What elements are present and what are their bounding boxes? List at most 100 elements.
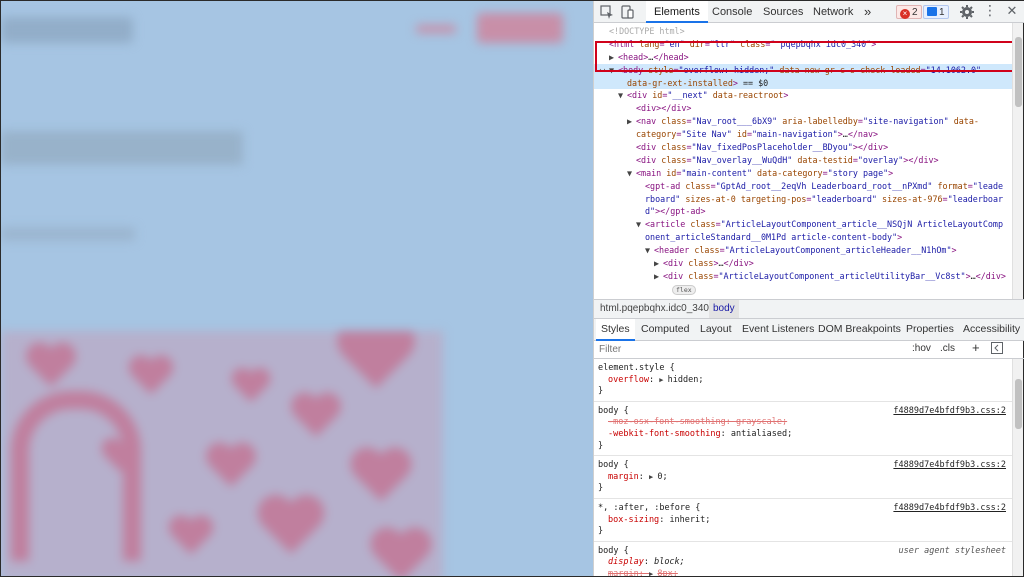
more-tabs-button[interactable]: » [856,1,879,23]
css-declaration[interactable]: box-sizing: inherit; [598,515,1008,527]
message-icon [927,7,937,16]
css-property-name[interactable]: display [608,557,644,567]
dom-tree-node[interactable]: <div></div> [594,102,1012,115]
dom-tree-node[interactable]: rboard" sizes-at-0 targeting-pos="leader… [594,193,1012,206]
dom-tree-scrollbar[interactable] [1012,23,1023,299]
expand-arrow-icon[interactable]: ▶ [627,115,636,128]
tab-computed[interactable]: Computed [636,319,694,341]
css-declaration[interactable]: margin: ▶ 8px; [598,569,1008,576]
node-actions-ellipsis[interactable]: ··· [594,64,607,77]
error-count-badge[interactable]: × 2 [896,5,922,19]
dom-tree-node[interactable]: <!DOCTYPE html> [594,25,1012,38]
cls-toggle[interactable]: .cls [940,343,955,354]
dom-tree-node[interactable]: onent_articleStandard__0M1Pd article-con… [594,231,1012,244]
expand-arrow-icon[interactable]: ▶ [609,51,618,64]
dom-node-markup: <div class="Nav_overlay__WuQdH" data-tes… [636,154,939,165]
css-property-value[interactable]: inherit; [669,515,710,525]
settings-gear-icon[interactable] [959,4,975,20]
css-property-value[interactable]: 0; [657,472,667,482]
rule-selector[interactable]: element.style { [598,363,1008,375]
dom-tree-node[interactable]: ▼ <header class="ArticleLayoutComponent_a… [594,244,1012,257]
dom-tree-node[interactable]: ▶ <div class="ArticleLayoutComponent_arti… [594,270,1012,283]
hov-toggle[interactable]: :hov [912,343,931,354]
collapse-arrow-icon[interactable]: ▼ [645,244,654,257]
css-property-name[interactable]: overflow [608,375,649,385]
collapse-arrow-icon[interactable]: ▼ [609,64,618,77]
styles-filter-input[interactable] [596,342,886,357]
style-rule[interactable]: element.style {overflow: ▶ hidden;} [594,359,1012,402]
dom-tree-node[interactable]: ▼ <body style="overflow: hidden;" data-ne… [594,63,1012,77]
style-rule[interactable]: *, :after, :before {f4889d7e4bfdf9b3.css… [594,499,1012,542]
css-property-name[interactable]: box-sizing [608,515,659,525]
style-rule[interactable]: body {f4889d7e4bfdf9b3.css:2 margin: ▶ 0;… [594,456,1012,499]
dom-node-markup: <html lang="en" dir="ltr" class=" pqepbq… [609,38,877,49]
device-toolbar-icon[interactable] [619,4,635,20]
styles-scrollbar[interactable] [1012,359,1023,576]
dom-tree-node[interactable]: d"></gpt-ad> [594,205,1012,218]
css-property-name[interactable]: -webkit-font-smoothing [608,429,721,439]
tab-properties[interactable]: Properties [901,319,959,341]
tab-network[interactable]: Network [805,1,861,23]
expand-shorthand-icon[interactable]: ▶ [659,376,667,384]
rule-source-link[interactable]: f4889d7e4bfdf9b3.css:2 [893,460,1006,472]
rule-close-brace: } [598,386,604,397]
collapse-arrow-icon[interactable]: ▼ [618,89,627,102]
dom-tree-node[interactable]: <html lang="en" dir="ltr" class=" pqepbq… [594,38,1012,51]
message-count-badge[interactable]: 1 [923,5,949,19]
dom-tree-node[interactable]: <div class="Nav_overlay__WuQdH" data-tes… [594,154,1012,167]
css-declaration[interactable]: overflow: ▶ hidden; [598,375,1008,387]
dom-tree-node[interactable]: category="Site Nav" id="main-navigation"… [594,128,1012,141]
css-declaration[interactable]: -webkit-font-smoothing: antialiased; [598,429,1008,441]
page-headline [1,131,243,165]
css-declaration[interactable]: display: block; [598,557,1008,569]
style-rule[interactable]: body {user agent stylesheet display: bloc… [594,542,1012,576]
inspected-page-viewport[interactable] [1,1,593,576]
dom-tree-node[interactable]: data-gr-ext-installed> == $0 [594,76,1012,90]
styles-scroll-thumb[interactable] [1015,379,1022,429]
style-rule[interactable]: body {f4889d7e4bfdf9b3.css:2 -moz-osx-fon… [594,402,1012,457]
css-property-name[interactable]: -moz-osx-font-smoothing [608,417,726,427]
tab-console[interactable]: Console [704,1,760,23]
css-property-value[interactable]: grayscale; [736,417,787,427]
css-property-value[interactable]: block; [654,557,685,567]
css-declaration[interactable]: -moz-osx-font-smoothing: grayscale; [598,417,1008,429]
rule-source-link[interactable]: f4889d7e4bfdf9b3.css:2 [893,406,1006,418]
css-property-name[interactable]: margin [608,569,639,576]
inspect-element-icon[interactable] [599,4,615,20]
collapse-arrow-icon[interactable]: ▼ [627,167,636,180]
close-icon[interactable]: ✕ [1004,4,1020,20]
dom-tree-node[interactable]: flex [594,283,1012,296]
tab-accessibility[interactable]: Accessibility [958,319,1024,341]
dom-tree-node[interactable]: ▼ <div id="__next" data-reactroot> [594,89,1012,102]
dom-tree-node[interactable]: ▶ <div class>…</div> [594,257,1012,270]
css-property-value[interactable]: antialiased; [731,429,792,439]
breadcrumb-html[interactable]: html.pqepbqhx.idc0_340 [596,300,713,318]
expand-arrow-icon[interactable]: ▶ [654,270,663,283]
css-property-value[interactable]: hidden; [668,375,704,385]
elements-dom-tree[interactable]: <!DOCTYPE html> <html lang="en" dir="ltr"… [594,23,1012,299]
css-property-value[interactable]: 8px; [657,569,677,576]
dom-tree-scroll-thumb[interactable] [1015,37,1022,107]
styles-pane[interactable]: element.style {overflow: ▶ hidden;} body … [594,359,1012,576]
tab-styles[interactable]: Styles [596,319,635,341]
dom-tree-node[interactable]: ▶ <nav class="Nav_root___6bX9" aria-label… [594,115,1012,128]
tab-event-listeners[interactable]: Event Listeners [737,319,819,341]
tab-layout[interactable]: Layout [695,319,737,341]
dom-tree-node[interactable]: <div class="Nav_fixedPosPlaceholder__BDy… [594,141,1012,154]
rule-source-link[interactable]: f4889d7e4bfdf9b3.css:2 [893,503,1006,515]
breadcrumb-body[interactable]: body [709,300,739,318]
dom-tree-node[interactable]: ▼ <article class="ArticleLayoutComponent_… [594,218,1012,231]
more-options-icon[interactable]: ⋮ [982,4,998,20]
tab-elements[interactable]: Elements [646,1,708,23]
tab-sources[interactable]: Sources [755,1,811,23]
new-style-rule-button[interactable]: + [972,340,980,355]
dom-tree-node[interactable]: ▶ <head>…</head> [594,51,1012,64]
css-declaration[interactable]: margin: ▶ 0; [598,472,1008,484]
expand-arrow-icon[interactable]: ▶ [654,257,663,270]
dom-tree-node[interactable]: <gpt-ad class="GptAd_root__2eqVh Leaderb… [594,180,1012,193]
tab-dom-breakpoints[interactable]: DOM Breakpoints [813,319,906,341]
dom-tree-node[interactable]: ▼ <main id="main-content" data-category="… [594,167,1012,180]
css-property-name[interactable]: margin [608,472,639,482]
collapse-arrow-icon[interactable]: ▼ [636,218,645,231]
toggle-computed-sidebar-icon[interactable] [991,342,1003,357]
